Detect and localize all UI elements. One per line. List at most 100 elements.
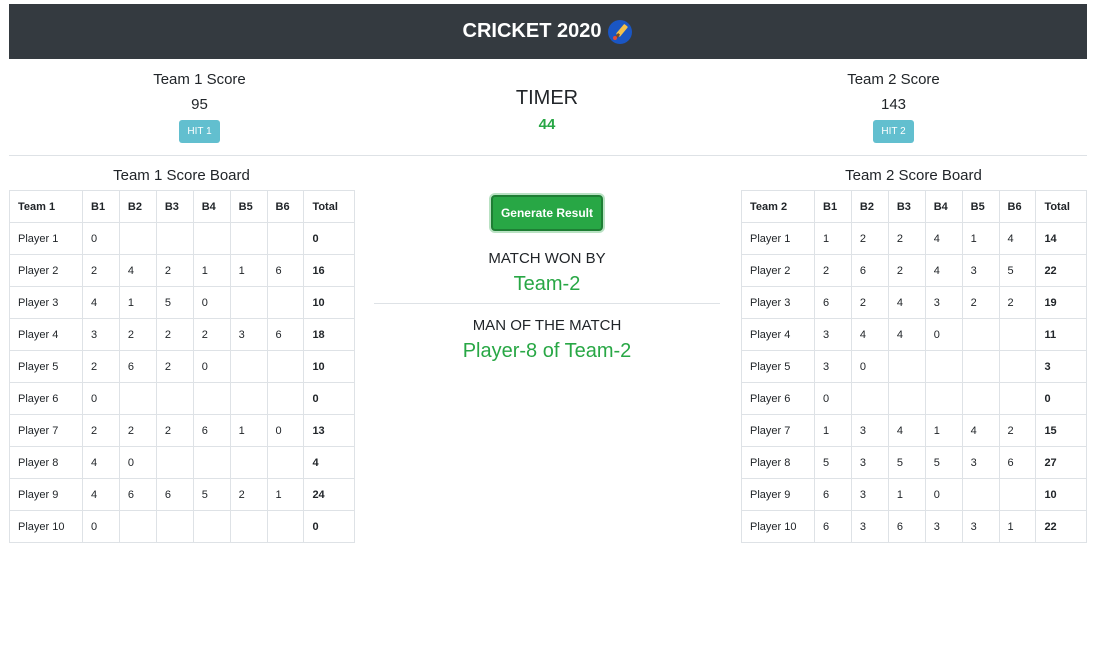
team1-score-value: 95	[191, 96, 208, 113]
total-cell: 0	[303, 222, 355, 255]
navbar: CRICKET 2020	[9, 4, 1087, 59]
ball-score-cell	[961, 478, 1000, 511]
ball-score-cell: 2	[82, 254, 120, 287]
ball-score-cell: 6	[266, 318, 305, 351]
ball-score-cell: 2	[118, 414, 157, 447]
ball-score-cell: 0	[266, 414, 305, 447]
ball-score-cell: 0	[118, 446, 157, 479]
total-cell: 10	[303, 286, 355, 319]
timer-value: 44	[538, 116, 556, 133]
ball-score-cell: 3	[924, 286, 963, 319]
ball-score-cell	[155, 382, 194, 415]
player-name-cell: Player 1	[9, 222, 83, 255]
total-cell: 15	[1035, 414, 1087, 447]
ball-score-cell	[229, 446, 268, 479]
ball-score-cell: 5	[155, 286, 194, 319]
table-header-row: Team 2 B1 B2 B3 B4 B5 B6 Total	[741, 190, 1087, 223]
total-cell: 10	[1035, 478, 1087, 511]
ball-score-cell: 6	[155, 478, 194, 511]
column-header: Team 1	[9, 190, 83, 223]
ball-score-cell: 1	[961, 222, 1000, 255]
player-name-cell: Player 8	[9, 446, 83, 479]
ball-score-cell: 3	[814, 350, 852, 383]
generate-result-button[interactable]: Generate Result	[490, 195, 604, 231]
ball-score-cell: 3	[850, 478, 889, 511]
total-cell: 22	[1035, 254, 1087, 287]
total-cell: 27	[1035, 446, 1087, 479]
ball-score-cell: 4	[850, 318, 889, 351]
ball-score-cell: 0	[82, 382, 120, 415]
ball-score-cell: 2	[155, 414, 194, 447]
ball-score-cell: 2	[118, 318, 157, 351]
ball-score-cell: 3	[961, 446, 1000, 479]
top-divider	[9, 155, 1087, 156]
ball-score-cell: 2	[887, 222, 926, 255]
ball-score-cell: 0	[924, 318, 963, 351]
player-name-cell: Player 5	[741, 350, 815, 383]
ball-score-cell: 3	[961, 254, 1000, 287]
ball-score-cell: 3	[924, 510, 963, 543]
player-name-cell: Player 6	[9, 382, 83, 415]
ball-score-cell: 6	[814, 286, 852, 319]
hit2-button[interactable]: HIT 2	[873, 120, 914, 143]
ball-score-cell	[192, 382, 231, 415]
hit1-button[interactable]: HIT 1	[179, 120, 220, 143]
table-row: Player 8404	[9, 446, 355, 479]
ball-score-cell: 0	[192, 350, 231, 383]
column-header: B6	[998, 190, 1037, 223]
ball-score-cell	[192, 222, 231, 255]
total-cell: 19	[1035, 286, 1087, 319]
ball-score-cell: 2	[82, 414, 120, 447]
player-name-cell: Player 4	[9, 318, 83, 351]
ball-score-cell: 6	[814, 478, 852, 511]
team2-score-panel: Team 2 Score 143 HIT 2	[721, 70, 1066, 143]
total-cell: 10	[303, 350, 355, 383]
ball-score-cell: 2	[155, 350, 194, 383]
player-name-cell: Player 3	[9, 286, 83, 319]
player-name-cell: Player 9	[9, 478, 83, 511]
ball-score-cell: 2	[850, 286, 889, 319]
ball-score-cell: 6	[887, 510, 926, 543]
ball-score-cell	[118, 382, 157, 415]
table-row: Player 10 0 0	[9, 510, 355, 543]
total-cell: 4	[303, 446, 355, 479]
ball-score-cell	[266, 286, 305, 319]
ball-score-cell: 4	[924, 254, 963, 287]
player-name-cell: Player 7	[9, 414, 83, 447]
ball-score-cell: 3	[814, 318, 852, 351]
table-header-row: Team 1 B1 B2 B3 B4 B5 B6 Total	[9, 190, 355, 223]
ball-score-cell: 3	[82, 318, 120, 351]
total-cell: 3	[1035, 350, 1087, 383]
brand-title: CRICKET 2020	[462, 20, 602, 42]
ball-score-cell	[266, 446, 305, 479]
timer-panel: TIMER 44	[374, 86, 720, 133]
ball-score-cell	[229, 510, 268, 543]
table-row: Player 8 5 3 5 5 3 6 27	[741, 446, 1087, 479]
ball-score-cell: 6	[118, 478, 157, 511]
ball-score-cell	[229, 222, 268, 255]
total-cell: 22	[1035, 510, 1087, 543]
ball-score-cell: 5	[887, 446, 926, 479]
ball-score-cell: 3	[850, 446, 889, 479]
team1-score-panel: Team 1 Score 95 HIT 1	[27, 70, 372, 143]
timer-label: TIMER	[515, 87, 579, 109]
ball-score-cell	[266, 382, 305, 415]
ball-score-cell	[998, 382, 1037, 415]
ball-score-cell: 3	[229, 318, 268, 351]
column-header: B2	[118, 190, 157, 223]
ball-score-cell	[998, 478, 1037, 511]
match-won-label: MATCH WON BY	[488, 250, 606, 267]
ball-score-cell	[229, 286, 268, 319]
ball-score-cell: 4	[887, 286, 926, 319]
team1-board-title: Team 1 Score Board	[113, 167, 250, 184]
table-row: Player 1 1 2 2 4 1 4 14	[741, 222, 1087, 255]
cricket-bat-icon	[607, 19, 633, 45]
brand[interactable]: CRICKET 2020	[463, 19, 634, 45]
ball-score-cell: 2	[850, 222, 889, 255]
ball-score-cell	[961, 350, 1000, 383]
column-header: B5	[229, 190, 268, 223]
table-row: Player 4 3 4 4 0 11	[741, 318, 1087, 351]
player-name-cell: Player 5	[9, 350, 83, 383]
ball-score-cell: 2	[155, 254, 194, 287]
ball-score-cell	[998, 318, 1037, 351]
